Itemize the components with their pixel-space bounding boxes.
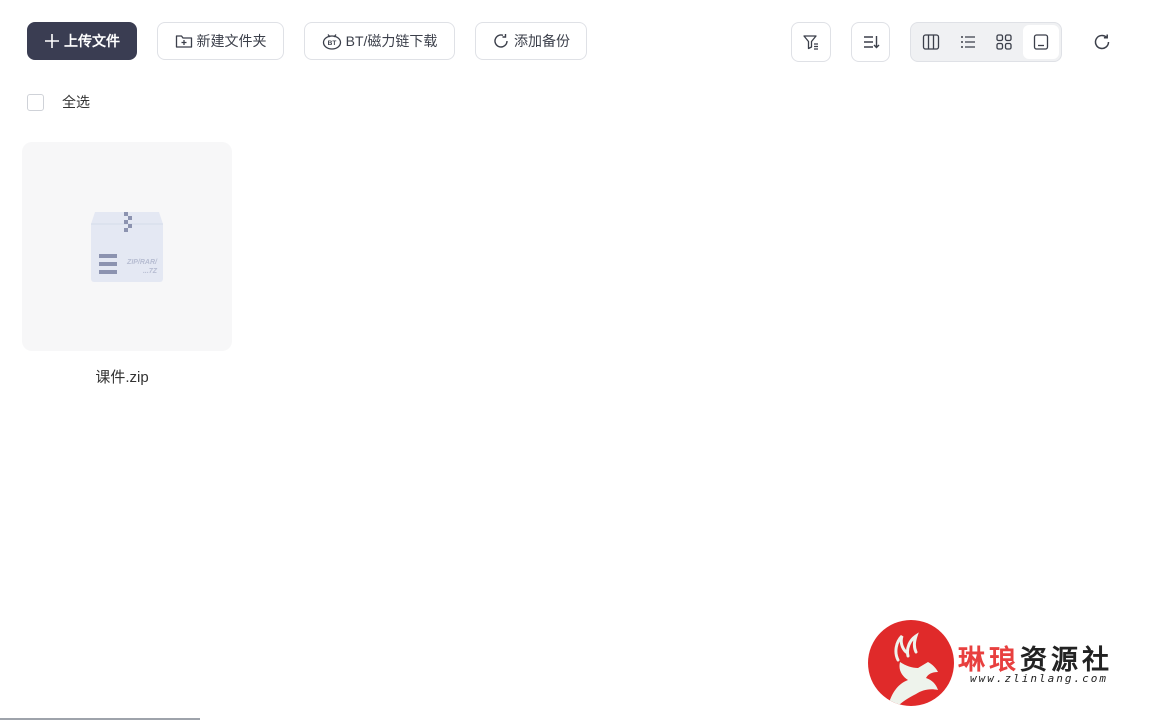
watermark: 琳琅资源社 www.zlinlang.com (868, 620, 1138, 708)
view-thumbnail-option[interactable] (1022, 25, 1059, 59)
select-all-label[interactable]: 全选 (62, 92, 90, 112)
bt-download-button[interactable]: BT BT/磁力链下载 (304, 22, 455, 60)
plus-icon (44, 33, 60, 49)
list-icon (959, 33, 977, 51)
sync-icon (492, 32, 510, 50)
dragon-logo-icon (868, 620, 954, 706)
filter-icon (802, 33, 820, 51)
refresh-icon (1092, 32, 1112, 52)
watermark-url: www.zlinlang.com (970, 672, 1108, 685)
thumbnail-view-icon (1032, 33, 1050, 51)
file-name[interactable]: 课件.zip (22, 366, 222, 387)
view-grid-option[interactable] (986, 25, 1023, 59)
select-all-row: 全选 (27, 92, 90, 112)
view-list-option[interactable] (950, 25, 987, 59)
grid-icon (995, 33, 1013, 51)
view-columns-option[interactable] (913, 25, 950, 59)
columns-icon (922, 33, 940, 51)
toolbar: 上传文件 新建文件夹 BT BT/磁力链下载 添加备份 (0, 0, 1156, 84)
add-backup-button[interactable]: 添加备份 (475, 22, 587, 60)
add-backup-button-label: 添加备份 (514, 33, 570, 49)
archive-file-icon: ZIP/RAR/ ...7Z (91, 210, 163, 289)
bt-download-button-label: BT/磁力链下载 (345, 33, 438, 49)
sort-button[interactable] (851, 22, 890, 62)
bt-icon: BT (322, 32, 342, 50)
sort-icon (862, 33, 880, 51)
refresh-button[interactable] (1088, 28, 1116, 56)
file-card[interactable]: ZIP/RAR/ ...7Z (22, 142, 232, 351)
view-mode-switch (910, 22, 1062, 62)
new-folder-button[interactable]: 新建文件夹 (157, 22, 284, 60)
folder-plus-icon (175, 33, 193, 49)
upload-button-label: 上传文件 (64, 33, 120, 49)
bottom-divider (0, 718, 200, 720)
filter-button[interactable] (791, 22, 831, 62)
archive-type-text: ZIP/RAR/ (126, 259, 158, 266)
select-all-checkbox[interactable] (27, 93, 44, 111)
svg-text:BT: BT (327, 40, 336, 47)
archive-type-text-2: ...7Z (143, 268, 158, 275)
upload-button[interactable]: 上传文件 (27, 22, 137, 60)
new-folder-button-label: 新建文件夹 (196, 33, 267, 49)
